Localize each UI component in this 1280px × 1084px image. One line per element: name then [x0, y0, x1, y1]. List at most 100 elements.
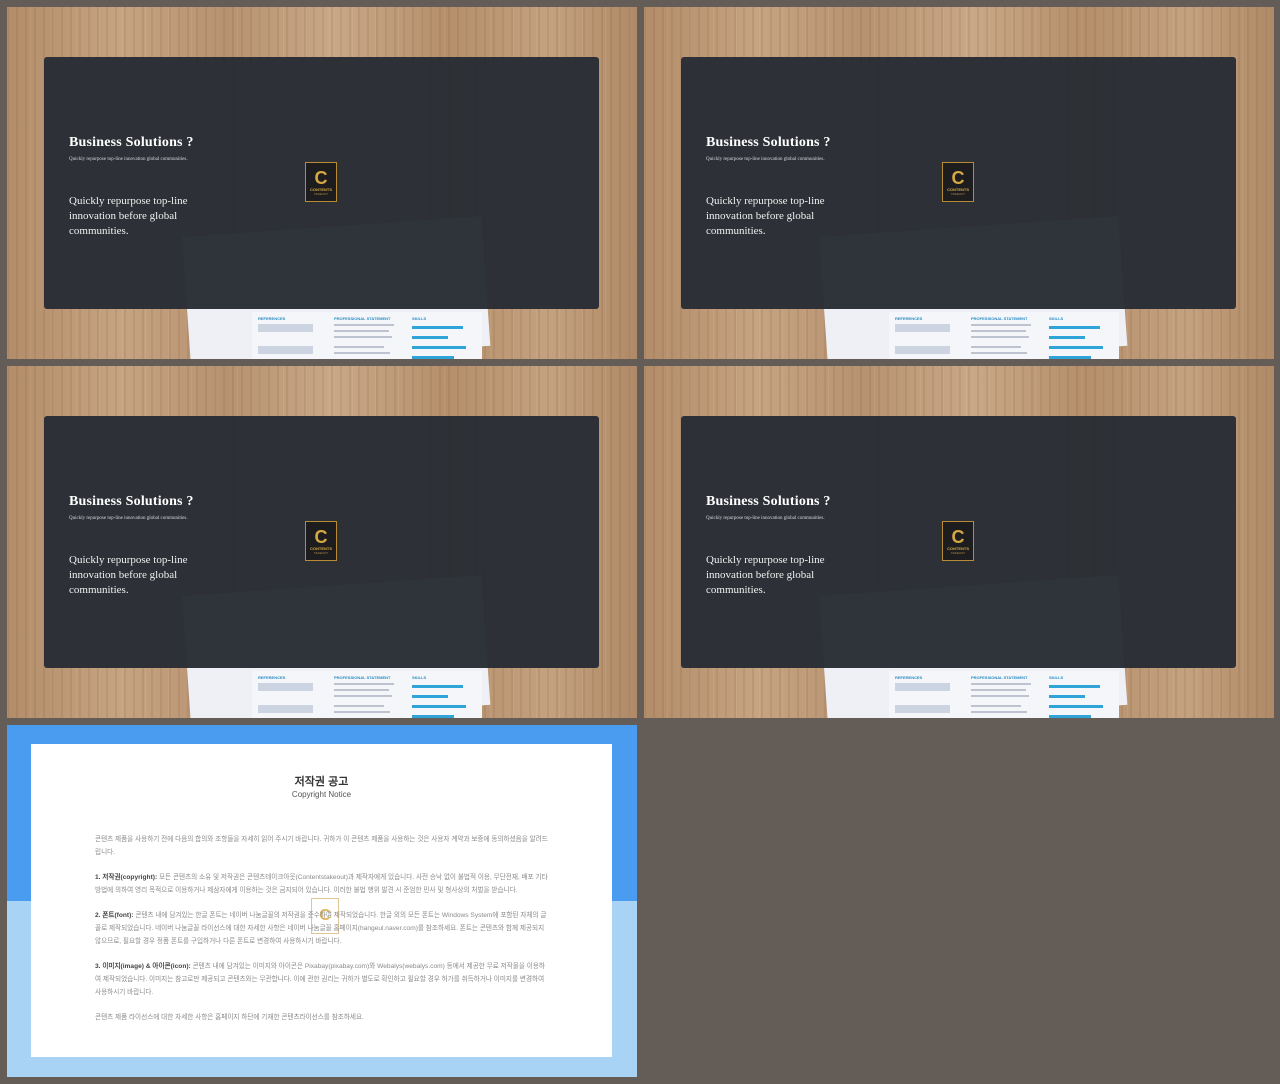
paper-skills: SKILLS — [412, 316, 427, 321]
skill-bar — [1049, 695, 1085, 698]
section-heading: 3. 이미지(image) & 아이콘(icon): — [95, 963, 191, 970]
slide-subtitle: Quickly repurpose top-line innovation gl… — [69, 516, 188, 521]
skill-bar — [1049, 715, 1091, 718]
slide-body: Quickly repurpose top-line innovation be… — [706, 195, 825, 237]
background-resume: REFERENCES PROFESSIONAL STATEMENT SKILLS — [252, 312, 482, 359]
paper-text-line — [334, 705, 384, 707]
slide-body: Quickly repurpose top-line innovation be… — [69, 554, 188, 596]
logo-line2: TAKEOUT — [951, 191, 965, 196]
logo-letter: C — [951, 167, 965, 188]
paper-statement: PROFESSIONAL STATEMENT — [334, 316, 391, 321]
slide-title: Business Solutions ? — [706, 494, 831, 509]
paper-ref-box — [895, 705, 950, 713]
skill-bar — [412, 715, 454, 718]
logo-line2: TAKEOUT — [951, 550, 965, 555]
paper-text-line — [334, 346, 384, 348]
paper-text-line — [334, 330, 389, 332]
slide-subtitle: Quickly repurpose top-line innovation gl… — [69, 157, 188, 162]
content-panel: Business Solutions ? Quickly repurpose t… — [44, 57, 599, 309]
paper-text-line — [334, 695, 392, 697]
skill-bar — [412, 705, 466, 708]
paper-text-line — [971, 705, 1021, 707]
skill-bar — [412, 695, 448, 698]
background-resume: REFERENCES PROFESSIONAL STATEMENT SKILLS — [889, 312, 1119, 359]
paper-statement: PROFESSIONAL STATEMENT — [971, 675, 1028, 680]
section-heading: 2. 폰트(font): — [95, 912, 134, 919]
paper-text-line — [971, 711, 1027, 713]
skill-bar — [412, 685, 463, 688]
paper-text-line — [971, 689, 1026, 691]
skill-bar — [1049, 356, 1091, 359]
skill-bar — [412, 336, 448, 339]
content-panel: Business Solutions ? Quickly repurpose t… — [44, 416, 599, 668]
paper-ref-box — [258, 346, 313, 354]
skill-bar — [412, 356, 454, 359]
notice-title: 저작권 공고 — [294, 776, 349, 788]
skill-bar — [412, 346, 466, 349]
paper-ref-box — [895, 346, 950, 354]
paper-references: REFERENCES — [895, 675, 923, 680]
paper-text-line — [971, 324, 1031, 326]
slide-title: Business Solutions ? — [69, 494, 194, 509]
skill-bar — [412, 326, 463, 329]
section-heading: 1. 저작권(copyright): — [95, 874, 158, 881]
paper-text-line — [971, 352, 1027, 354]
slide-subtitle: Quickly repurpose top-line innovation gl… — [706, 516, 825, 521]
background-resume: REFERENCES PROFESSIONAL STATEMENT SKILLS — [889, 671, 1119, 718]
paper-text-line — [334, 689, 389, 691]
paper-text-line — [971, 330, 1026, 332]
slide-2: REFERENCES PROFESSIONAL STATEMENT SKILLS… — [644, 7, 1274, 359]
paper-text-line — [334, 683, 394, 685]
paper-text-line — [334, 324, 394, 326]
logo-line2: TAKEOUT — [314, 191, 328, 196]
paper-ref-box — [258, 324, 313, 332]
copyright-slide: 저작권 공고 Copyright Notice C 콘텐츠 제품을 사용하기 전… — [7, 725, 637, 1077]
notice-body: 콘텐츠 제품을 사용하기 전에 다음의 합의와 조항들을 자세히 읽어 주시기 … — [95, 833, 550, 1036]
paper-skills: SKILLS — [412, 675, 427, 680]
notice-section-font: 2. 폰트(font): 콘텐츠 내에 담겨있는 한글 폰트는 네이버 나눔글꼴… — [95, 909, 550, 948]
paper-statement: PROFESSIONAL STATEMENT — [334, 675, 391, 680]
paper-text-line — [971, 695, 1029, 697]
slide-body: Quickly repurpose top-line innovation be… — [706, 554, 825, 596]
slide-title: Business Solutions ? — [706, 135, 831, 150]
section-text: 모든 콘텐츠의 소유 및 저작권은 콘텐츠테이크아웃(Contentstakeo… — [95, 874, 548, 894]
slide-3: REFERENCES PROFESSIONAL STATEMENT SKILLS… — [7, 366, 637, 718]
slide-title: Business Solutions ? — [69, 135, 194, 150]
skill-bar — [1049, 336, 1085, 339]
paper-statement: PROFESSIONAL STATEMENT — [971, 316, 1028, 321]
logo-line2: TAKEOUT — [314, 550, 328, 555]
paper-references: REFERENCES — [258, 675, 286, 680]
contents-takeout-logo: C CONTENTS TAKEOUT — [942, 162, 974, 202]
background-resume: REFERENCES PROFESSIONAL STATEMENT SKILLS — [252, 671, 482, 718]
logo-letter: C — [951, 526, 965, 547]
skill-bar — [1049, 346, 1103, 349]
slide-body: Quickly repurpose top-line innovation be… — [69, 195, 188, 237]
notice-intro: 콘텐츠 제품을 사용하기 전에 다음의 합의와 조항들을 자세히 읽어 주시기 … — [95, 836, 548, 856]
section-text: 콘텐츠 내에 담겨있는 한글 폰트는 네이버 나눔글꼴의 저작권을 준수하여 제… — [95, 912, 547, 945]
copyright-notice-card: 저작권 공고 Copyright Notice C 콘텐츠 제품을 사용하기 전… — [31, 744, 612, 1057]
notice-section-copyright: 1. 저작권(copyright): 모든 콘텐츠의 소유 및 저작권은 콘텐츠… — [95, 871, 550, 897]
skill-bar — [1049, 685, 1100, 688]
logo-letter: C — [314, 167, 328, 188]
paper-text-line — [334, 711, 390, 713]
slide-subtitle: Quickly repurpose top-line innovation gl… — [706, 157, 825, 162]
paper-references: REFERENCES — [895, 316, 923, 321]
notice-section-image: 3. 이미지(image) & 아이콘(icon): 콘텐츠 내에 담겨있는 이… — [95, 960, 550, 999]
paper-ref-box — [895, 683, 950, 691]
paper-ref-box — [258, 683, 313, 691]
notice-subtitle: Copyright Notice — [291, 790, 352, 799]
paper-text-line — [334, 352, 390, 354]
paper-text-line — [334, 336, 392, 338]
contents-takeout-logo: C CONTENTS TAKEOUT — [305, 521, 337, 561]
contents-takeout-logo: C CONTENTS TAKEOUT — [305, 162, 337, 202]
content-panel: Business Solutions ? Quickly repurpose t… — [681, 416, 1236, 668]
slide-1: REFERENCES PROFESSIONAL STATEMENT SKILLS… — [7, 7, 637, 359]
paper-text-line — [971, 346, 1021, 348]
paper-ref-box — [258, 705, 313, 713]
logo-letter: C — [314, 526, 328, 547]
paper-skills: SKILLS — [1049, 675, 1064, 680]
paper-skills: SKILLS — [1049, 316, 1064, 321]
skill-bar — [1049, 326, 1100, 329]
paper-ref-box — [895, 324, 950, 332]
paper-text-line — [971, 336, 1029, 338]
